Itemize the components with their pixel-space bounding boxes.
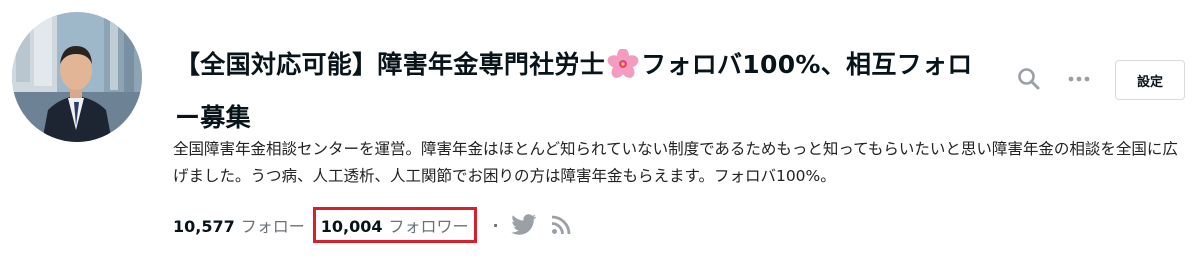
following-count: 10,577	[173, 217, 235, 236]
followers-label: フォロワー	[388, 217, 469, 236]
followers-count: 10,004	[320, 217, 383, 236]
following-label: フォロー	[240, 217, 305, 236]
more-icon[interactable]	[1066, 70, 1092, 88]
search-icon[interactable]	[1016, 66, 1042, 92]
following-link[interactable]: 10,577 フォロー	[173, 213, 305, 237]
profile-name: 【全国対応可能】障害年金専門社労士 フォロバ100%、相互フォロー募集	[175, 38, 985, 144]
profile-stats: 10,577 フォロー 10,004 フォロワー ·	[173, 207, 571, 243]
profile-name-text: 【全国対応可能】障害年金専門社労士	[175, 50, 606, 79]
followers-link[interactable]: 10,004 フォロワー	[312, 207, 477, 243]
twitter-icon[interactable]	[510, 214, 537, 236]
separator-dot: ·	[492, 215, 499, 235]
rss-icon[interactable]	[551, 215, 571, 235]
settings-button[interactable]: 設定	[1115, 60, 1185, 100]
profile-bio: 全国障害年金相談センターを運営。障害年金はほとんど知られていない制度であるためも…	[173, 140, 1178, 185]
cherry-blossom-icon	[607, 49, 639, 78]
avatar	[12, 12, 142, 142]
